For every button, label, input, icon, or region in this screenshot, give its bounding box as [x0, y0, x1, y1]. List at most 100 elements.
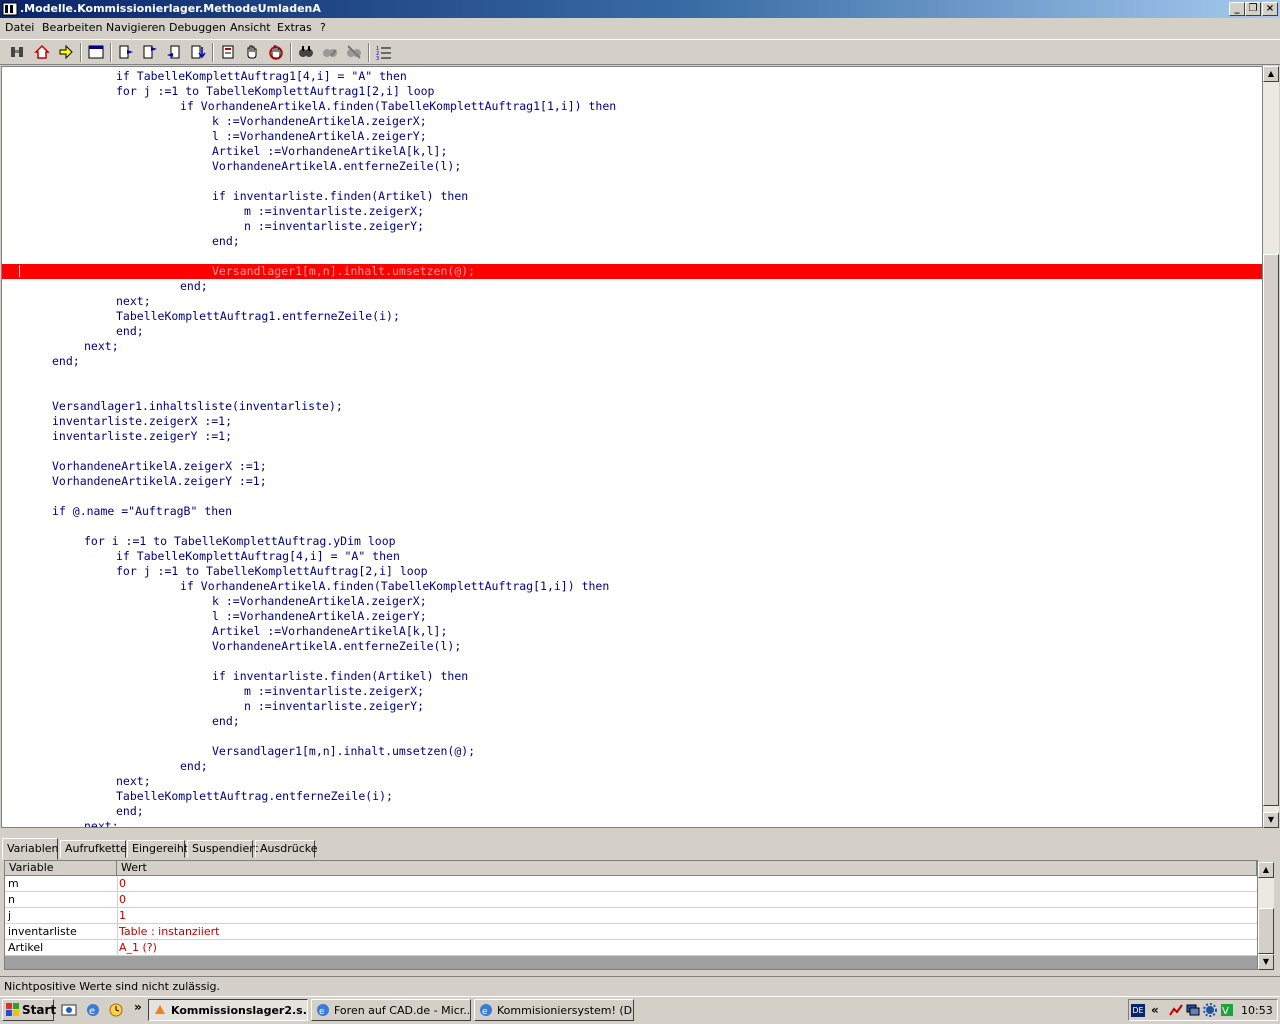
code-line[interactable]: inventarliste.zeigerY :=1; — [2, 429, 1262, 444]
replace-icon[interactable] — [322, 44, 338, 60]
table-row[interactable]: n0 — [5, 892, 1257, 908]
code-line[interactable] — [2, 249, 1262, 264]
minimize-button[interactable]: _ — [1229, 2, 1245, 16]
code-line[interactable]: for i :=1 to TabelleKomplettAuftrag.yDim… — [2, 534, 1262, 549]
hand-icon[interactable] — [244, 44, 260, 60]
code-line[interactable]: if TabelleKomplettAuftrag1[4,i] = "A" th… — [2, 69, 1262, 84]
code-line[interactable]: TabelleKomplettAuftrag.entferneZeile(i); — [2, 789, 1262, 804]
code-line[interactable]: VorhandeneArtikelA.zeigerY :=1; — [2, 474, 1262, 489]
tray-chevron[interactable]: « — [1151, 1003, 1159, 1017]
binoculars-icon[interactable] — [9, 44, 25, 60]
code-line[interactable]: n :=inventarliste.zeigerY; — [2, 699, 1262, 714]
scroll-down-button[interactable]: ▼ — [1263, 812, 1279, 828]
code-line[interactable]: Versandlager1[m,n].inhalt.umsetzen(@); — [2, 744, 1262, 759]
window-icon[interactable] — [88, 44, 104, 60]
start-button[interactable]: Start — [2, 999, 56, 1021]
replace-all-icon[interactable] — [346, 44, 362, 60]
taskbar-item-kommisioniersystem[interactable]: e Kommisioniersystem! (Di... — [474, 999, 634, 1021]
code-line[interactable]: k :=VorhandeneArtikelA.zeigerX; — [2, 594, 1262, 609]
code-line[interactable]: for j :=1 to TabelleKomplettAuftrag1[2,i… — [2, 84, 1262, 99]
tab-aufrufkette[interactable]: Aufrufkette — [60, 840, 127, 858]
taskbar-item-foren-cad[interactable]: e Foren auf CAD.de - Micr... — [311, 999, 471, 1021]
restore-button[interactable]: ❐ — [1245, 2, 1261, 16]
code-line[interactable]: if VorhandeneArtikelA.finden(TabelleKomp… — [2, 99, 1262, 114]
code-line[interactable]: end; — [2, 759, 1262, 774]
variables-table[interactable]: Variable Wert m 0 n 0 j 1 inventarliste Table :… — [4, 860, 1258, 970]
menu-ansicht[interactable]: Ansicht — [230, 21, 271, 34]
run-to-icon[interactable] — [190, 44, 206, 60]
code-line[interactable]: end; — [2, 714, 1262, 729]
code-line[interactable]: if VorhandeneArtikelA.finden(TabelleKomp… — [2, 579, 1262, 594]
code-line[interactable]: end; — [2, 324, 1262, 339]
scroll-down-button[interactable]: ▼ — [1258, 954, 1274, 970]
tab-ausdruecke[interactable]: Ausdrücke — [255, 840, 318, 858]
settings-icon[interactable] — [1203, 1003, 1217, 1017]
scroll-up-button[interactable]: ▲ — [1263, 66, 1279, 82]
taskbar-item-kommissionslager[interactable]: Kommissionslager2.s... — [148, 999, 308, 1021]
find-icon[interactable] — [298, 44, 314, 60]
code-line[interactable] — [2, 519, 1262, 534]
code-line[interactable]: inventarliste.zeigerX :=1; — [2, 414, 1262, 429]
column-header-variable[interactable]: Variable — [5, 861, 117, 876]
table-row[interactable]: j1 — [5, 908, 1257, 924]
code-line[interactable]: if @.name ="AuftragB" then — [2, 504, 1262, 519]
code-line[interactable]: if inventarliste.finden(Artikel) then — [2, 189, 1262, 204]
table-row[interactable]: Artikel A_1 (?) — [5, 940, 1257, 956]
code-line[interactable]: Artikel :=VorhandeneArtikelA[k,l]; — [2, 144, 1262, 159]
home-icon[interactable] — [34, 44, 50, 60]
code-line[interactable]: next; — [2, 294, 1262, 309]
code-line[interactable]: next; — [2, 339, 1262, 354]
scroll-thumb[interactable] — [1263, 254, 1279, 806]
code-line[interactable] — [2, 369, 1262, 384]
step-out-icon[interactable] — [166, 44, 182, 60]
tab-eingereiht[interactable]: Eingereiht — [127, 840, 188, 858]
code-editor[interactable]: if TabelleKomplettAuftrag1[4,i] = "A" th… — [1, 66, 1263, 828]
tab-suspendiert[interactable]: Suspendiert — [187, 840, 258, 858]
quick-launch-chevron[interactable]: » — [134, 1000, 142, 1014]
code-line[interactable]: end; — [2, 354, 1262, 369]
scroll-thumb[interactable] — [1258, 908, 1274, 954]
language-indicator[interactable]: DE — [1131, 1004, 1145, 1017]
show-desktop-icon[interactable] — [61, 1002, 77, 1018]
code-line[interactable] — [2, 489, 1262, 504]
code-line[interactable] — [2, 444, 1262, 459]
menu-help[interactable]: ? — [320, 21, 326, 34]
code-line[interactable]: next; — [2, 819, 1262, 827]
network-icon[interactable] — [1169, 1003, 1183, 1017]
breakpoint-icon[interactable] — [220, 44, 236, 60]
code-line[interactable] — [2, 384, 1262, 399]
menu-debuggen[interactable]: Debuggen — [169, 21, 226, 34]
menu-extras[interactable]: Extras — [277, 21, 312, 34]
code-line[interactable]: for j :=1 to TabelleKomplettAuftrag[2,i]… — [2, 564, 1262, 579]
internet-explorer-icon[interactable]: e — [85, 1002, 101, 1018]
step-into-icon[interactable] — [118, 44, 134, 60]
code-line[interactable]: Versandlager1.inhaltsliste(inventarliste… — [2, 399, 1262, 414]
code-line[interactable]: Artikel :=VorhandeneArtikelA[k,l]; — [2, 624, 1262, 639]
variables-scrollbar[interactable]: ▲ ▼ — [1258, 862, 1274, 970]
arrow-right-icon[interactable] — [58, 44, 74, 60]
code-line[interactable]: end; — [2, 804, 1262, 819]
code-line[interactable] — [2, 729, 1262, 744]
code-line[interactable]: m :=inventarliste.zeigerX; — [2, 204, 1262, 219]
stop-hand-icon[interactable] — [268, 44, 284, 60]
code-line[interactable]: VorhandeneArtikelA.zeigerX :=1; — [2, 459, 1262, 474]
code-line[interactable]: if TabelleKomplettAuftrag[4,i] = "A" the… — [2, 549, 1262, 564]
column-header-wert[interactable]: Wert — [117, 861, 1257, 876]
code-line[interactable]: VorhandeneArtikelA.entferneZeile(l); — [2, 159, 1262, 174]
menu-datei[interactable]: Datei — [5, 21, 34, 34]
code-line[interactable]: n :=inventarliste.zeigerY; — [2, 219, 1262, 234]
tab-variablen[interactable]: Variablen — [2, 838, 59, 860]
menu-bearbeiten[interactable]: Bearbeiten — [42, 21, 102, 34]
code-line[interactable]: l :=VorhandeneArtikelA.zeigerY; — [2, 129, 1262, 144]
antivirus-icon[interactable]: V — [1220, 1003, 1234, 1017]
code-line-breakpoint[interactable]: Versandlager1[m,n].inhalt.umsetzen(@); — [2, 264, 1262, 279]
title-bar[interactable]: .Modelle.Kommissionierlager.MethodeUmlad… — [0, 0, 1280, 18]
close-button[interactable]: × — [1262, 2, 1278, 16]
code-line[interactable]: if inventarliste.finden(Artikel) then — [2, 669, 1262, 684]
monitor-icon[interactable] — [1186, 1003, 1200, 1017]
code-line[interactable]: end; — [2, 234, 1262, 249]
quick-launch-app-icon[interactable] — [108, 1002, 124, 1018]
scroll-up-button[interactable]: ▲ — [1258, 862, 1274, 878]
code-line[interactable]: m :=inventarliste.zeigerX; — [2, 684, 1262, 699]
code-line[interactable]: VorhandeneArtikelA.entferneZeile(l); — [2, 639, 1262, 654]
